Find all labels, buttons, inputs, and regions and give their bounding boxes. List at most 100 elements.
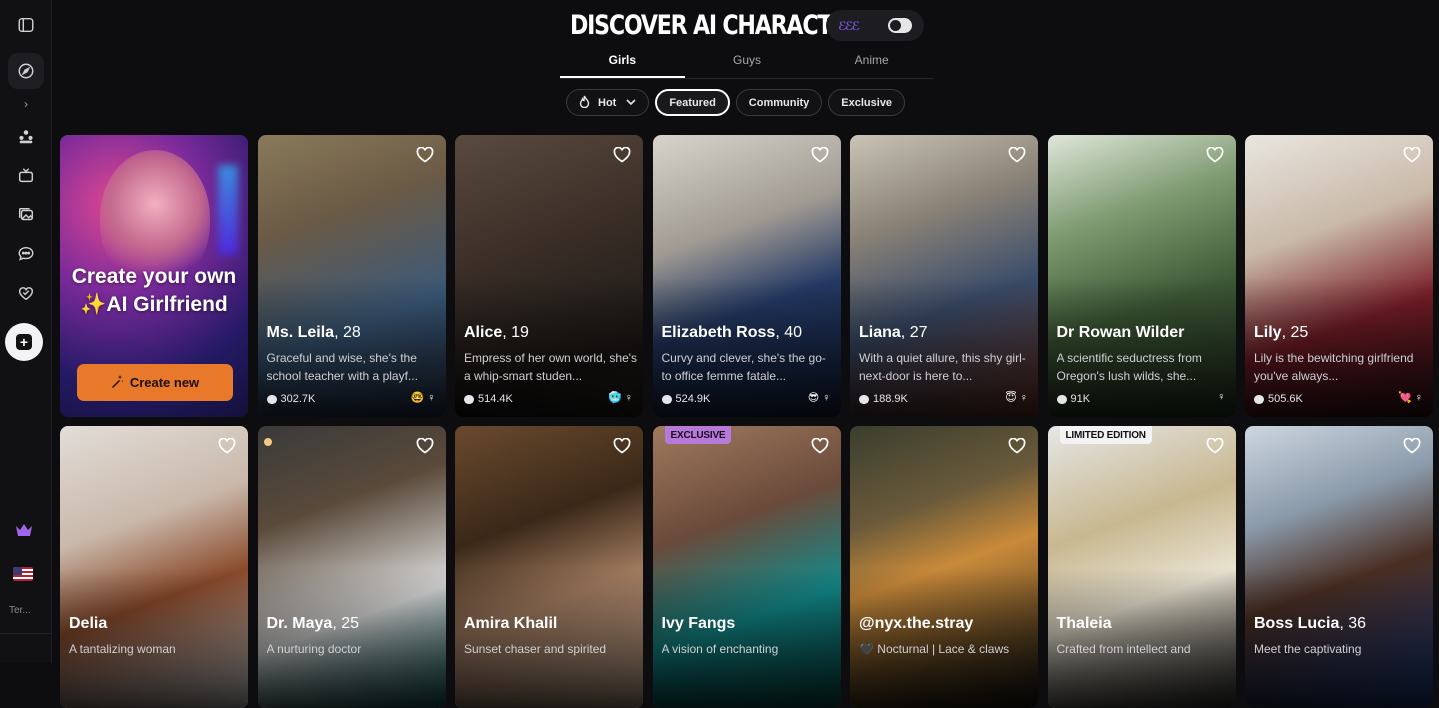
character-name: Delia [69, 615, 107, 633]
character-card[interactable]: Amira Khalil Sunset chaser and spirited [455, 426, 643, 708]
filter-featured[interactable]: Featured [655, 89, 730, 116]
theme-toggle[interactable]: ℰℰℰ [826, 10, 924, 41]
character-description: Sunset chaser and spirited [464, 642, 607, 656]
character-card[interactable]: Elizabeth Ross, 40 Curvy and clever, she'… [652, 135, 841, 417]
character-age: , 27 [900, 324, 928, 341]
character-name: Dr Rowan Wilder [1057, 324, 1185, 342]
chat-bubble-icon [661, 394, 672, 404]
character-card[interactable]: Liana, 27 With a quiet allure, this shy g… [850, 135, 1038, 417]
chevron-right-icon[interactable]: › [16, 96, 36, 112]
favorite-heart-icon[interactable] [1206, 146, 1224, 163]
character-name-text: Thaleia [1056, 615, 1112, 632]
create-new-button[interactable]: Create new [77, 364, 233, 401]
terms-link[interactable]: Ter... [9, 605, 31, 616]
card-gradient [455, 568, 643, 708]
community-icon[interactable] [8, 119, 44, 155]
character-description: Empress of her own world, she's a whip-s… [464, 351, 638, 383]
character-card[interactable]: Lily, 25 Lily is the bewitching girlfrien… [1245, 135, 1433, 417]
card-gradient [257, 568, 446, 708]
chat-count-value: 302.7K [280, 393, 316, 405]
character-tags: 🥶 ♀ [607, 392, 633, 404]
filter-community[interactable]: Community [735, 89, 823, 116]
flame-icon [579, 95, 590, 111]
card-badge: EXCLUSIVE [664, 426, 732, 444]
character-tags: 🤓 ♀ [410, 392, 436, 404]
character-description: A scientific seductress from Oregon's lu… [1056, 351, 1202, 383]
tab-girls[interactable]: Girls [560, 46, 685, 78]
chat-count: 505.6K [1254, 393, 1303, 405]
chat-count: 91K [1056, 393, 1090, 405]
character-card[interactable]: Boss Lucia, 36 Meet the captivating [1245, 426, 1433, 708]
character-card[interactable]: EXCLUSIVE Ivy Fangs A vision of enchanting [652, 426, 841, 708]
character-name-text: Dr. Maya [266, 615, 333, 632]
favorite-heart-icon[interactable] [613, 437, 631, 454]
favorite-heart-icon[interactable] [1206, 437, 1224, 454]
character-card[interactable]: Dr. Maya, 25 A nurturing doctor [257, 426, 446, 708]
character-name: Ivy Fangs [662, 615, 736, 633]
chat-icon[interactable] [8, 236, 44, 272]
character-name: Lily, 25 [1254, 324, 1308, 342]
character-name-text: Lily [1254, 324, 1282, 341]
chat-count-value: 188.9K [873, 393, 908, 405]
character-description: With a quiet allure, this shy girl-next-… [859, 351, 1026, 383]
character-name-text: Alice [464, 324, 503, 341]
favorite-heart-icon[interactable] [1403, 146, 1421, 163]
character-description: Lily is the bewitching girlfriend you've… [1254, 351, 1414, 383]
gallery-icon[interactable] [8, 197, 44, 233]
favorite-heart-icon[interactable] [416, 146, 434, 163]
us-flag-icon[interactable] [13, 567, 33, 581]
favorite-heart-icon[interactable] [613, 146, 631, 163]
chat-count-value: 514.4K [478, 393, 513, 405]
character-name: Dr. Maya, 25 [267, 615, 360, 633]
character-name: Thaleia [1057, 615, 1112, 633]
favorite-heart-icon[interactable] [416, 437, 434, 454]
tv-icon[interactable] [8, 158, 44, 194]
toggle-switch[interactable] [888, 18, 912, 33]
character-name-text: Liana [859, 324, 901, 341]
character-age: , 19 [502, 324, 529, 341]
explore-icon[interactable] [8, 53, 44, 89]
heart-collection-icon[interactable] [8, 275, 44, 311]
tab-guys[interactable]: Guys [685, 46, 810, 78]
character-grid: Create your own ✨AI Girlfriend Create ne… [60, 135, 1433, 708]
panel-toggle-icon[interactable] [8, 7, 44, 43]
sort-label: Hot [598, 96, 617, 109]
character-card[interactable]: @nyx.the.stray 🖤 Nocturnal | Lace & claws [850, 426, 1038, 708]
character-age: , 28 [334, 324, 361, 341]
favorite-heart-icon[interactable] [1008, 437, 1026, 454]
character-description: A vision of enchanting [661, 642, 779, 656]
create-icon[interactable]: + [5, 323, 43, 361]
favorite-heart-icon[interactable] [1008, 146, 1026, 163]
chevron-down-icon [626, 97, 636, 108]
card-gradient [652, 568, 841, 708]
chat-count-value: 505.6K [1268, 393, 1303, 405]
chat-bubble-icon [1254, 394, 1264, 404]
favorite-heart-icon[interactable] [811, 437, 829, 454]
character-card[interactable]: Delia A tantalizing woman [60, 426, 248, 708]
character-card[interactable]: Alice, 19 Empress of her own world, she's… [455, 135, 643, 417]
crown-icon[interactable] [14, 522, 34, 538]
favorite-heart-icon[interactable] [1403, 437, 1421, 454]
character-name-text: Amira Khalil [464, 615, 558, 632]
favorite-heart-icon[interactable] [811, 146, 829, 163]
character-card[interactable]: Dr Rowan Wilder A scientific seductress f… [1047, 135, 1236, 417]
sort-dropdown[interactable]: Hot [566, 89, 650, 116]
character-description: Meet the captivating [1254, 642, 1362, 656]
tab-anime[interactable]: Anime [809, 46, 934, 78]
character-name-text: Boss Lucia [1254, 615, 1340, 632]
character-tags: 😇 ♀ [1005, 392, 1028, 404]
favorite-heart-icon[interactable] [218, 437, 236, 454]
create-character-card[interactable]: Create your own ✨AI Girlfriend Create ne… [60, 135, 248, 417]
character-name-text: Ms. Leila [266, 324, 335, 341]
character-name-text: Delia [69, 615, 108, 632]
character-name: Amira Khalil [464, 615, 557, 633]
filter-exclusive[interactable]: Exclusive [828, 89, 906, 116]
character-card[interactable]: LIMITED EDITION Thaleia Crafted from intel… [1047, 426, 1236, 708]
character-name: Elizabeth Ross, 40 [662, 324, 803, 342]
character-tags: ♀ [1217, 391, 1226, 403]
chat-bubble-icon [266, 394, 277, 404]
magic-wand-icon [111, 374, 124, 391]
character-name-text: Dr Rowan Wilder [1056, 324, 1185, 341]
character-card[interactable]: Ms. Leila, 28 Graceful and wise, she's th… [257, 135, 446, 417]
character-description: Crafted from intellect and [1056, 642, 1191, 656]
